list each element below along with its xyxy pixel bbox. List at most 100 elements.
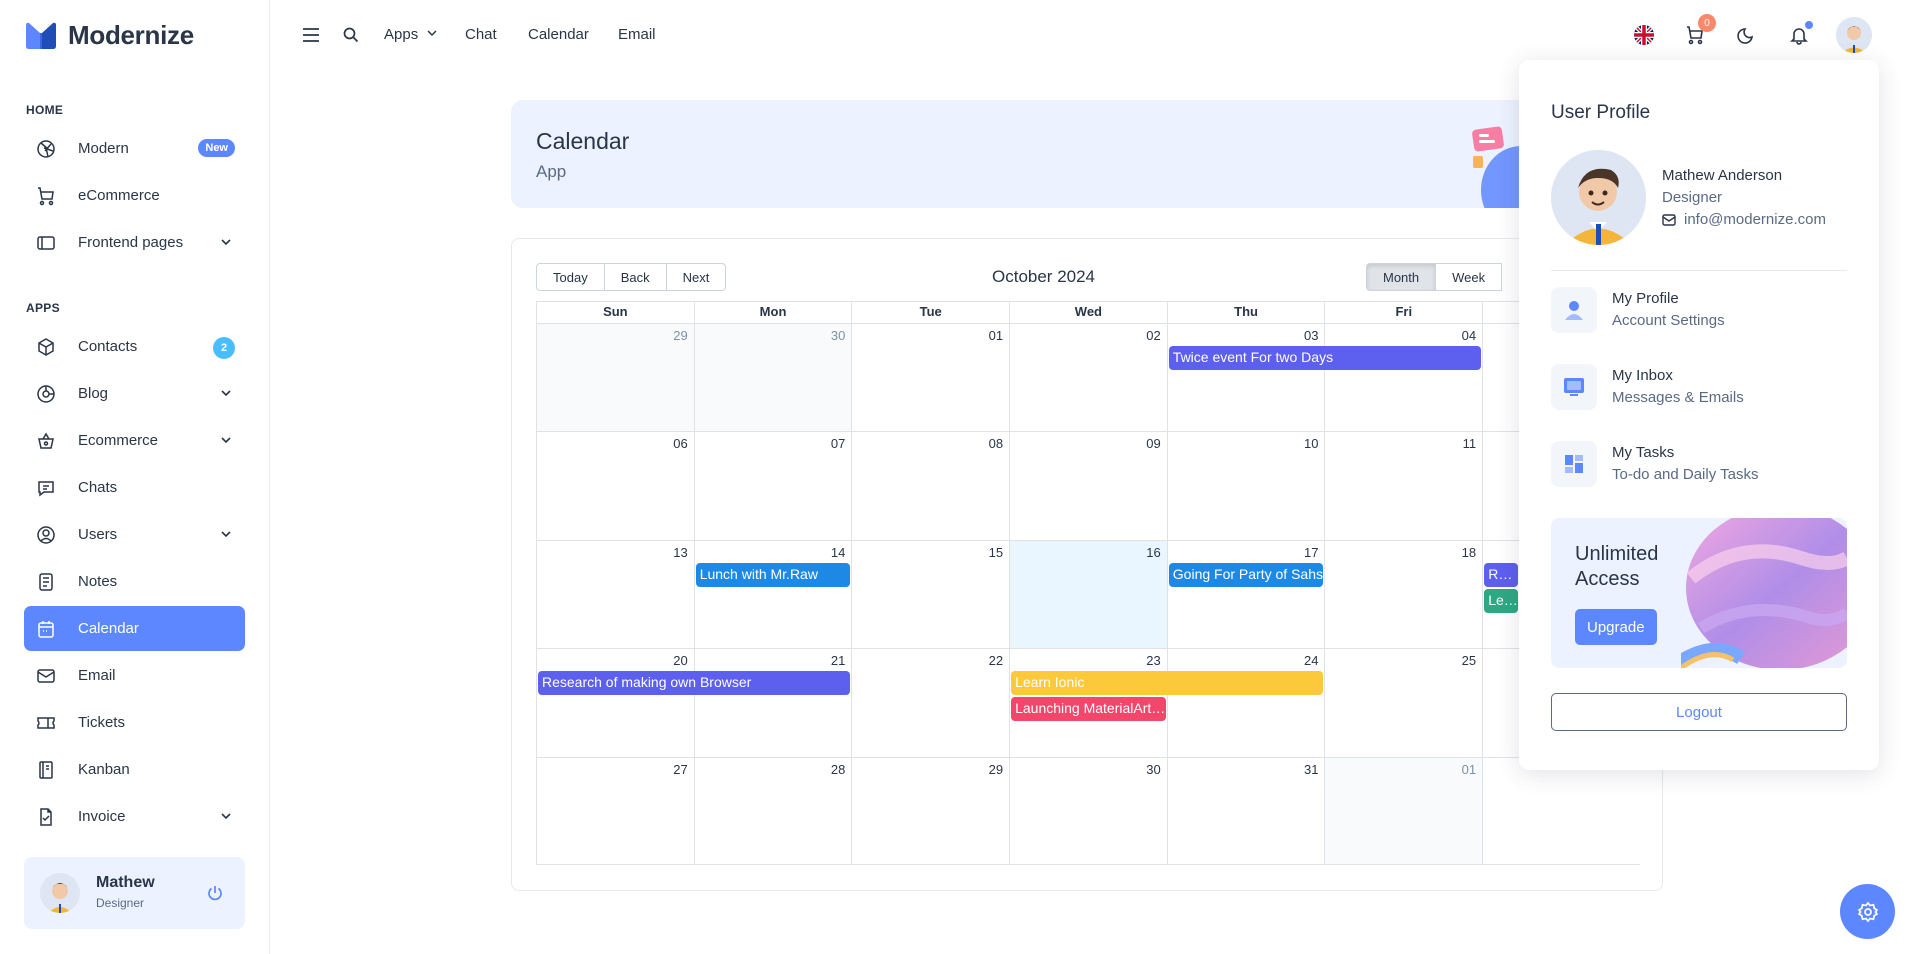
calendar-day-cell[interactable]: 06 bbox=[537, 432, 695, 540]
day-number[interactable]: 29 bbox=[989, 762, 1003, 777]
calendar-event[interactable]: Twice event For two Days bbox=[1168, 346, 1482, 370]
calendar-day-cell[interactable]: 17 bbox=[1168, 540, 1326, 649]
my-inbox-link[interactable]: My Inbox Messages & Emails bbox=[1551, 364, 1847, 412]
day-number[interactable]: 15 bbox=[989, 545, 1003, 560]
day-number[interactable]: 18 bbox=[1462, 545, 1476, 560]
calendar-day-cell[interactable]: 13 bbox=[537, 540, 695, 649]
calendar-day-cell[interactable]: 28 bbox=[695, 757, 853, 864]
sidebar-item-invoice[interactable]: Invoice bbox=[24, 794, 245, 839]
calendar-day-cell[interactable]: 25 bbox=[1325, 649, 1484, 757]
day-number[interactable]: 31 bbox=[1304, 762, 1318, 777]
menu-icon[interactable] bbox=[301, 26, 321, 44]
upgrade-button[interactable]: Upgrade bbox=[1575, 609, 1657, 645]
sidebar-item-email[interactable]: Email bbox=[24, 653, 245, 698]
my-profile-link[interactable]: My Profile Account Settings bbox=[1551, 287, 1847, 335]
calendar-day-cell[interactable]: 02 bbox=[1010, 324, 1168, 432]
cart-button[interactable]: 0 bbox=[1682, 14, 1716, 48]
day-number[interactable]: 23 bbox=[1146, 653, 1160, 668]
nav-link-email[interactable]: Email bbox=[618, 26, 656, 43]
today-button[interactable]: Today bbox=[536, 263, 605, 291]
day-number[interactable]: 14 bbox=[831, 545, 845, 560]
day-number[interactable]: 08 bbox=[989, 436, 1003, 451]
calendar-day-cell[interactable]: 01 bbox=[1325, 757, 1484, 864]
calendar-day-cell[interactable]: 20 bbox=[537, 649, 695, 757]
power-icon[interactable] bbox=[205, 883, 225, 903]
day-number[interactable]: 09 bbox=[1146, 436, 1160, 451]
calendar-event[interactable]: Research of making own Browser bbox=[538, 671, 851, 696]
calendar-event[interactable]: Lunch with Mr.Raw bbox=[695, 562, 851, 587]
sidebar-item-contacts[interactable]: Contacts 2 bbox=[24, 324, 245, 369]
day-number[interactable]: 06 bbox=[673, 436, 687, 451]
calendar-day-cell[interactable]: 11 bbox=[1325, 432, 1484, 540]
sidebar-item-users[interactable]: Users bbox=[24, 512, 245, 557]
sidebar-item-chats[interactable]: Chats bbox=[24, 465, 245, 510]
notification-button[interactable] bbox=[1786, 21, 1813, 48]
month-view-button[interactable]: Month bbox=[1366, 263, 1437, 291]
day-number[interactable]: 28 bbox=[831, 762, 845, 777]
calendar-day-cell[interactable]: 09 bbox=[1010, 432, 1168, 540]
sidebar-item-ecommerce[interactable]: eCommerce bbox=[24, 173, 245, 218]
calendar-day-cell[interactable]: 22 bbox=[852, 649, 1011, 757]
search-icon[interactable] bbox=[343, 27, 359, 43]
calendar-day-cell[interactable]: 08 bbox=[852, 432, 1011, 540]
calendar-event[interactable]: Launching MaterialArt Angular bbox=[1011, 697, 1166, 722]
calendar-event[interactable]: Learn Ionic bbox=[1011, 671, 1324, 696]
calendar-day-cell[interactable]: 16 bbox=[1010, 540, 1168, 649]
sidebar-item-tickets[interactable]: Tickets bbox=[24, 700, 245, 745]
day-number[interactable]: 27 bbox=[673, 762, 687, 777]
calendar-day-cell[interactable]: 30 bbox=[1010, 757, 1168, 864]
brand-logo[interactable]: Modernize bbox=[24, 20, 194, 51]
day-number[interactable]: 21 bbox=[831, 653, 845, 668]
profile-avatar[interactable] bbox=[1836, 17, 1872, 53]
sidebar-item-calendar[interactable]: Calendar bbox=[24, 606, 245, 651]
day-number[interactable]: 04 bbox=[1462, 328, 1476, 343]
sidebar-item-modern[interactable]: Modern New bbox=[24, 126, 245, 171]
day-number[interactable]: 11 bbox=[1463, 436, 1477, 451]
calendar-day-cell[interactable]: 01 bbox=[852, 324, 1011, 432]
sidebar-item-frontend-pages[interactable]: Frontend pages bbox=[24, 220, 245, 265]
day-number[interactable]: 02 bbox=[1146, 328, 1160, 343]
logout-button[interactable]: Logout bbox=[1551, 693, 1847, 731]
calendar-event[interactable]: Learn ReactJs bbox=[1484, 588, 1519, 613]
day-number[interactable]: 24 bbox=[1304, 653, 1318, 668]
calendar-day-cell[interactable]: 27 bbox=[537, 757, 695, 864]
calendar-day-cell[interactable]: 29 bbox=[852, 757, 1011, 864]
nav-link-chat[interactable]: Chat bbox=[465, 26, 497, 43]
day-number[interactable]: 30 bbox=[831, 328, 845, 343]
nav-link-calendar[interactable]: Calendar bbox=[528, 26, 589, 43]
settings-fab[interactable] bbox=[1840, 884, 1895, 939]
sidebar-item-ecommerce-apps[interactable]: Ecommerce bbox=[24, 418, 245, 463]
nav-link-apps[interactable]: Apps bbox=[384, 26, 438, 43]
my-tasks-link[interactable]: My Tasks To-do and Daily Tasks bbox=[1551, 441, 1847, 489]
day-number[interactable]: 10 bbox=[1304, 436, 1318, 451]
calendar-day-cell[interactable]: 31 bbox=[1168, 757, 1326, 864]
day-number[interactable]: 01 bbox=[1462, 762, 1476, 777]
calendar-day-cell[interactable]: 24 bbox=[1168, 649, 1326, 757]
calendar-day-cell[interactable]: 03 bbox=[1168, 324, 1326, 432]
day-number[interactable]: 20 bbox=[673, 653, 687, 668]
sidebar-item-notes[interactable]: Notes bbox=[24, 559, 245, 604]
calendar-day-cell[interactable]: 18 bbox=[1325, 540, 1484, 649]
day-number[interactable]: 30 bbox=[1146, 762, 1160, 777]
calendar-event[interactable]: Going For Party of Sahs bbox=[1168, 562, 1324, 587]
calendar-day-cell[interactable]: 29 bbox=[537, 324, 695, 432]
day-number[interactable]: 07 bbox=[831, 436, 845, 451]
back-button[interactable]: Back bbox=[603, 263, 667, 291]
day-number[interactable]: 25 bbox=[1462, 653, 1476, 668]
calendar-day-cell[interactable]: 21 bbox=[695, 649, 853, 757]
calendar-day-cell[interactable]: 04 bbox=[1325, 324, 1484, 432]
day-number[interactable]: 01 bbox=[989, 328, 1003, 343]
next-button[interactable]: Next bbox=[665, 263, 727, 291]
sidebar-item-blog[interactable]: Blog bbox=[24, 371, 245, 416]
day-number[interactable]: 16 bbox=[1146, 545, 1160, 560]
language-flag-icon[interactable] bbox=[1631, 22, 1657, 48]
day-number[interactable]: 17 bbox=[1304, 545, 1318, 560]
day-number[interactable]: 03 bbox=[1304, 328, 1318, 343]
week-view-button[interactable]: Week bbox=[1435, 263, 1503, 291]
calendar-day-cell[interactable]: 15 bbox=[852, 540, 1011, 649]
day-number[interactable]: 22 bbox=[989, 653, 1003, 668]
day-number[interactable]: 29 bbox=[673, 328, 687, 343]
calendar-day-cell[interactable]: 07 bbox=[695, 432, 853, 540]
calendar-day-cell[interactable]: 14 bbox=[695, 540, 853, 649]
calendar-day-cell[interactable]: 10 bbox=[1168, 432, 1326, 540]
